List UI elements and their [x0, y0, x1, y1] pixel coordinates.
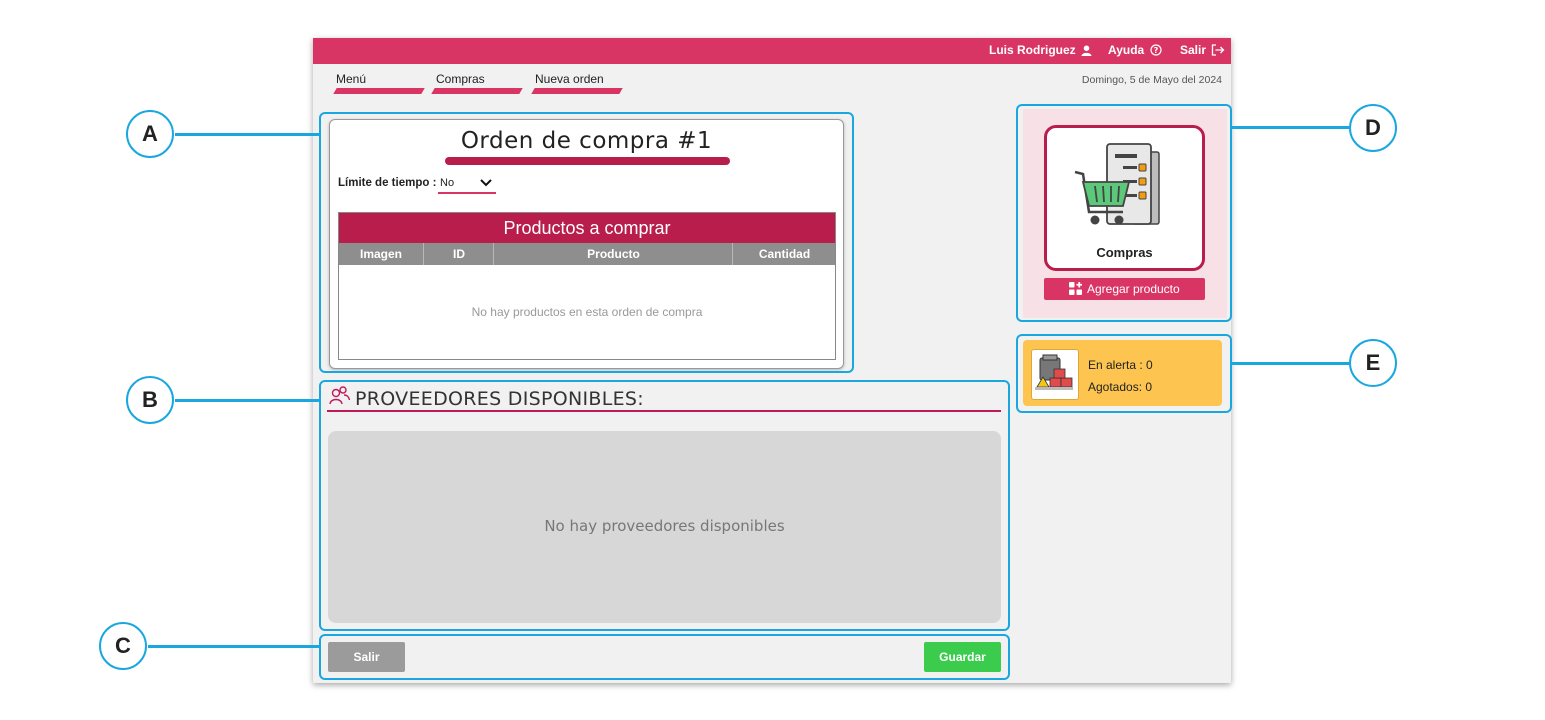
logout-icon: [1212, 44, 1225, 56]
logout-link[interactable]: Salir: [1180, 43, 1225, 57]
leader-d: [1231, 126, 1349, 129]
help-label: Ayuda: [1108, 43, 1145, 57]
callout-d: D: [1349, 104, 1397, 152]
current-date: Domingo, 5 de Mayo del 2024: [1081, 74, 1222, 86]
callout-c: C: [99, 622, 147, 670]
breadcrumb-compras[interactable]: Compras: [436, 72, 485, 86]
leader-c: [148, 645, 320, 648]
highlight-a: [319, 112, 854, 373]
callout-a: A: [126, 110, 174, 158]
breadcrumb-nueva-orden-bar: [531, 88, 623, 94]
svg-text:?: ?: [1153, 46, 1158, 55]
highlight-e: [1016, 334, 1232, 413]
callout-b: B: [126, 376, 174, 424]
leader-b: [175, 399, 320, 402]
breadcrumb-menu[interactable]: Menú: [336, 72, 366, 86]
logout-label: Salir: [1180, 43, 1207, 57]
user-menu[interactable]: Luis Rodriguez: [989, 43, 1092, 57]
breadcrumb-nueva-orden[interactable]: Nueva orden: [535, 72, 604, 86]
help-icon: ?: [1149, 44, 1162, 56]
user-icon: [1081, 45, 1092, 56]
user-name: Luis Rodriguez: [989, 43, 1076, 57]
top-bar: Luis Rodriguez Ayuda ? Salir: [313, 38, 1231, 64]
callout-e: E: [1349, 339, 1397, 387]
highlight-c: [319, 634, 1010, 680]
breadcrumb-menu-bar: [333, 88, 425, 94]
highlight-d: [1016, 104, 1232, 322]
help-link[interactable]: Ayuda ?: [1108, 43, 1162, 57]
leader-e: [1231, 362, 1349, 365]
highlight-b: [319, 380, 1010, 631]
breadcrumb-compras-bar: [431, 88, 523, 94]
leader-a: [175, 133, 320, 136]
